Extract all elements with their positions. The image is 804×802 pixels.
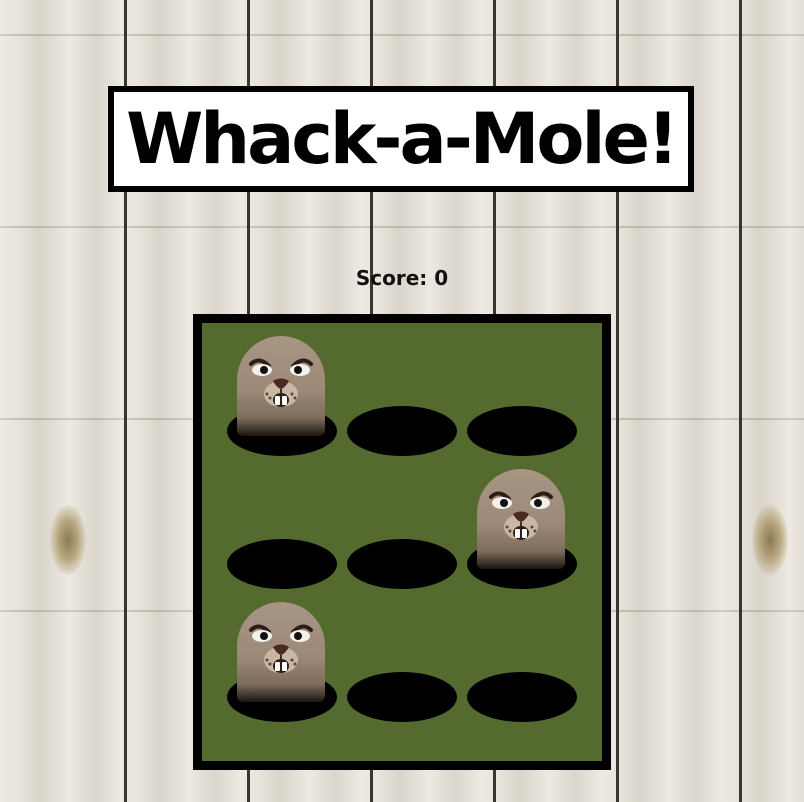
hole[interactable]: [227, 539, 337, 589]
mole-face-icon: [249, 624, 313, 673]
hole-cell-3[interactable]: [467, 323, 587, 456]
mole-face-icon: [249, 358, 313, 407]
wood-knot: [50, 505, 86, 575]
hole-cell-9[interactable]: [467, 589, 587, 722]
wood-knot: [752, 505, 788, 575]
hole-cell-6[interactable]: [467, 456, 587, 589]
hole-cell-1[interactable]: [227, 323, 347, 456]
score-display: Score: 0: [355, 266, 449, 290]
hole-cell-4[interactable]: [227, 456, 347, 589]
hole-cell-8[interactable]: [347, 589, 467, 722]
hole-cell-7[interactable]: [227, 589, 347, 722]
hole[interactable]: [347, 539, 457, 589]
hole[interactable]: [347, 406, 457, 456]
hole-cell-5[interactable]: [347, 456, 467, 589]
mole[interactable]: [237, 336, 325, 436]
game-board: [193, 314, 611, 770]
game-title: Whack-a-Mole!: [126, 98, 679, 180]
hole[interactable]: [347, 672, 457, 722]
hole-cell-2[interactable]: [347, 323, 467, 456]
hole[interactable]: [467, 672, 577, 722]
hole[interactable]: [467, 406, 577, 456]
mole-face-icon: [489, 491, 553, 540]
title-banner: Whack-a-Mole!: [108, 86, 694, 192]
mole[interactable]: [477, 469, 565, 569]
mole[interactable]: [237, 602, 325, 702]
